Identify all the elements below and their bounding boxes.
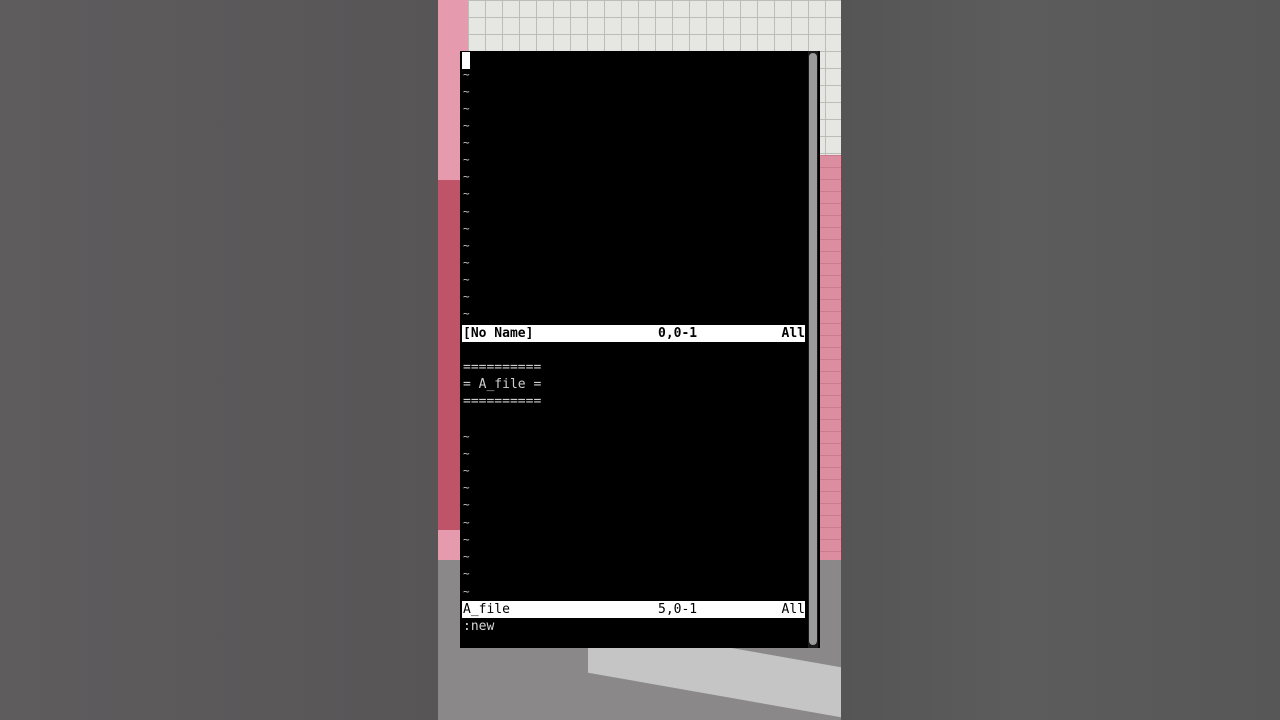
empty-line-marker: ~ — [463, 222, 470, 235]
buffer-line: = A_file = — [463, 377, 542, 392]
empty-line-marker: ~ — [463, 205, 470, 218]
empty-line-marker: ~ — [463, 290, 470, 303]
empty-line-marker: ~ — [463, 464, 470, 477]
empty-line-marker: ~ — [463, 170, 470, 183]
empty-line-marker: ~ — [463, 481, 470, 494]
cursor-position: 0,0-1 — [658, 326, 698, 341]
empty-line-marker: ~ — [463, 239, 470, 252]
background-left — [0, 0, 438, 720]
bottom-window-statusline[interactable]: A_file 5,0-1 All — [462, 601, 805, 618]
cursor-position: 5,0-1 — [658, 602, 698, 617]
empty-line-marker: ~ — [463, 68, 470, 81]
empty-line-marker: ~ — [463, 153, 470, 166]
scrollbar-thumb[interactable] — [809, 53, 817, 645]
empty-line-marker: ~ — [463, 256, 470, 269]
buffer-name: [No Name] — [463, 326, 534, 341]
empty-line-marker: ~ — [463, 307, 470, 320]
empty-line-marker: ~ — [463, 102, 470, 115]
empty-line-marker: ~ — [463, 567, 470, 580]
empty-line-marker: ~ — [463, 533, 470, 546]
empty-line-marker: ~ — [463, 516, 470, 529]
background-right — [841, 0, 1280, 720]
empty-line-marker: ~ — [463, 273, 470, 286]
scroll-indicator: All — [781, 326, 805, 341]
empty-line-marker: ~ — [463, 119, 470, 132]
empty-line-marker: ~ — [463, 136, 470, 149]
vim-terminal[interactable] — [460, 51, 820, 648]
top-window-statusline[interactable]: [No Name] 0,0-1 All — [462, 325, 805, 342]
stair-railing — [438, 180, 462, 530]
empty-line-marker: ~ — [463, 85, 470, 98]
buffer-line: ========== — [463, 394, 542, 409]
empty-line-marker: ~ — [463, 498, 470, 511]
command-line[interactable]: :new — [463, 618, 494, 635]
scroll-indicator: All — [781, 602, 805, 617]
empty-line-marker: ~ — [463, 187, 470, 200]
empty-line-marker: ~ — [463, 447, 470, 460]
empty-line-marker: ~ — [463, 585, 470, 598]
buffer-line: ========== — [463, 360, 542, 375]
empty-line-marker: ~ — [463, 430, 470, 443]
empty-line-marker: ~ — [463, 550, 470, 563]
terminal-scrollbar[interactable] — [808, 51, 818, 648]
buffer-name: A_file — [463, 602, 510, 617]
